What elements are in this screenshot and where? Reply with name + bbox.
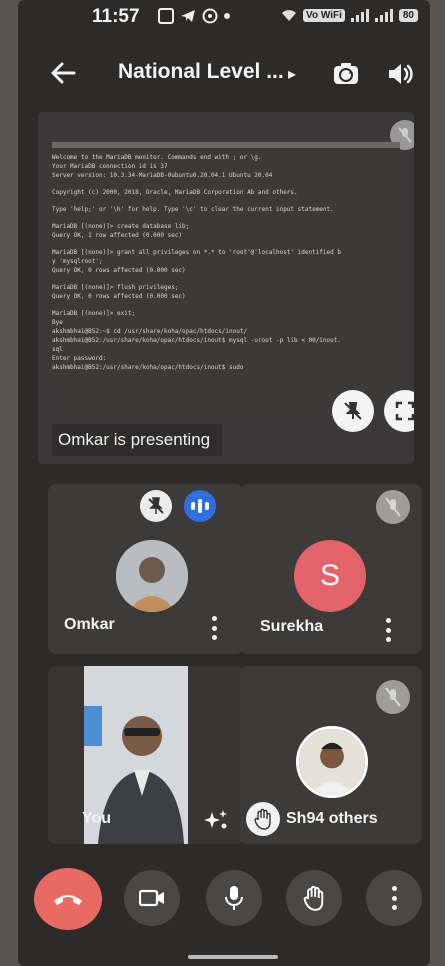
meeting-header: National Level ... ▸ [18, 52, 430, 98]
terminal-line: Type 'help;' or '\h' for help. Type '\c'… [52, 206, 334, 213]
presentation-stage[interactable]: Welcome to the MariaDB monitor. Commands… [38, 112, 414, 464]
terminal-line: akshmbhai@B52:/usr/share/koha/opac/htdoc… [52, 337, 341, 344]
avatar [116, 540, 188, 612]
more-options-button[interactable] [366, 870, 422, 926]
participant-tile-others[interactable]: Sh 94 others [240, 666, 422, 844]
terminal-line: Query OK, 0 rows affected (0.000 sec) [52, 293, 186, 300]
speaker-icon[interactable] [384, 58, 416, 90]
circle-app-icon [202, 8, 218, 24]
signal-icon-2 [374, 8, 393, 22]
terminal-line: akshmbhai@B52:/usr/share/koha/opac/htdoc… [52, 364, 244, 371]
wifi-icon [282, 10, 297, 21]
terminal-line: Bye [52, 319, 63, 326]
speaking-indicator-icon [184, 490, 216, 522]
phone-screen: 11:57 Vo WiFi 80 National Level ... ▸ We… [18, 0, 430, 966]
battery-level: 80 [398, 8, 418, 22]
status-time: 11:57 [92, 6, 140, 27]
notification-icons [158, 8, 230, 24]
fullscreen-icon [395, 401, 414, 421]
terminal-line: MariaDB [(none)]> grant all privileges o… [52, 249, 341, 256]
avatar [296, 726, 368, 798]
participant-tile-self[interactable]: You [48, 666, 244, 844]
video-camera-icon [139, 889, 164, 907]
pin-off-icon [344, 402, 362, 420]
raised-hand-icon [246, 802, 280, 836]
switch-camera-icon[interactable] [330, 58, 362, 90]
dot-icon [224, 13, 230, 19]
status-bar: 11:57 Vo WiFi 80 [18, 0, 430, 34]
visual-effects-icon[interactable] [202, 806, 230, 834]
terminal-line: sql [52, 346, 63, 353]
participant-tile-surekha[interactable]: S Surekha [240, 484, 422, 654]
others-name-prefix: Sh [286, 810, 307, 827]
more-options-icon[interactable] [210, 616, 218, 640]
terminal-line: MariaDB [(none)]> flush privileges; [52, 284, 179, 291]
others-label: 94 others [306, 810, 378, 827]
participant-name: You [82, 810, 112, 827]
meeting-title[interactable]: National Level ... [118, 60, 284, 84]
microphone-icon [225, 886, 243, 910]
participant-name: Omkar [64, 616, 115, 633]
terminal-line: Copyright (c) 2000, 2018, Oracle, MariaD… [52, 189, 298, 196]
more-options-icon[interactable] [384, 618, 392, 642]
arrow-left-icon[interactable] [48, 58, 78, 88]
terminal-line: Your MariaDB connection id is 37 [52, 163, 168, 170]
shared-terminal: Welcome to the MariaDB monitor. Commands… [52, 142, 400, 414]
others-count: Sh 94 others [246, 802, 378, 836]
pin-off-icon[interactable] [140, 490, 172, 522]
telegram-icon [181, 10, 195, 22]
notification-icon [158, 8, 174, 24]
terminal-line: akshmbhai@B52:~$ cd /usr/share/koha/opac… [52, 328, 248, 335]
terminal-output: Welcome to the MariaDB monitor. Commands… [52, 153, 400, 372]
mic-off-icon [376, 490, 410, 524]
signal-icon [350, 8, 369, 22]
terminal-line: MariaDB [(none)]> create database lib; [52, 223, 190, 230]
participant-name: Surekha [260, 618, 324, 635]
network-badge: Vo WiFi [303, 8, 345, 22]
mic-off-icon [376, 680, 410, 714]
microphone-button[interactable] [206, 870, 262, 926]
terminal-titlebar [52, 142, 400, 148]
raise-hand-button[interactable] [286, 870, 342, 926]
terminal-line: Query OK, 1 row affected (0.000 sec) [52, 232, 183, 239]
more-vertical-icon [390, 886, 398, 910]
avatar: S [294, 540, 366, 612]
chevron-right-icon[interactable]: ▸ [288, 64, 296, 84]
raise-hand-icon [303, 885, 324, 911]
terminal-line: Enter password: [52, 355, 107, 362]
presenter-label: Omkar is presenting [52, 424, 223, 456]
participant-tile-omkar[interactable]: Omkar [48, 484, 244, 654]
unpin-button[interactable] [332, 390, 374, 432]
terminal-line: y 'mysqlroot'; [52, 258, 103, 265]
hang-up-icon [54, 895, 82, 905]
home-indicator [188, 955, 278, 959]
terminal-line: Welcome to the MariaDB monitor. Commands… [52, 154, 262, 161]
terminal-line: MariaDB [(none)]> exit; [52, 310, 136, 317]
terminal-line: Query OK, 0 rows affected (0.000 sec) [52, 267, 186, 274]
end-call-button[interactable] [34, 868, 102, 930]
fullscreen-button[interactable] [384, 390, 414, 432]
camera-button[interactable] [124, 870, 180, 926]
status-right: Vo WiFi 80 [281, 8, 418, 22]
terminal-line: Server version: 10.3.34-MariaDB-0ubuntu0… [52, 172, 273, 179]
